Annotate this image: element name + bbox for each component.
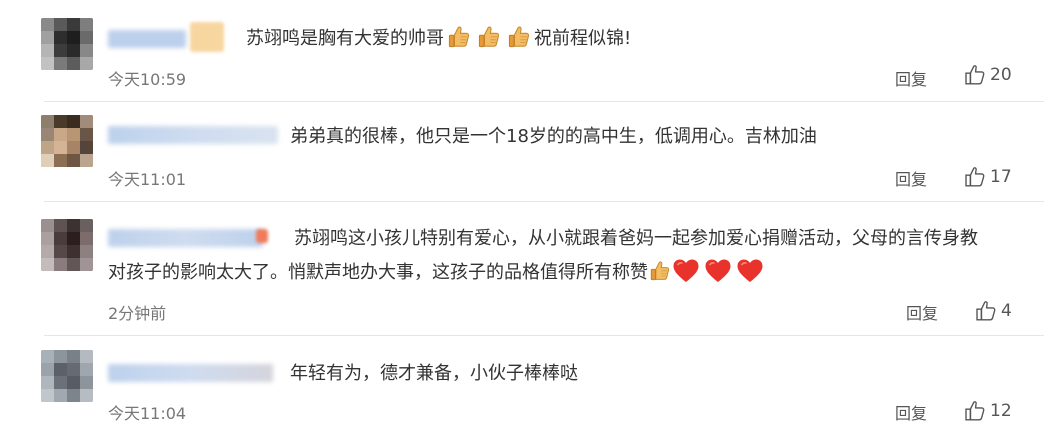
comment-item: 弟弟真的很棒，他只是一个18岁的的高中生，低调用心。吉林加油 今天11:01 回… xyxy=(0,102,1052,200)
username-blurred[interactable] xyxy=(108,30,186,48)
like-count: 12 xyxy=(990,401,1012,421)
thumbs-up-icon xyxy=(650,260,670,282)
reply-button[interactable]: 回复 xyxy=(895,400,927,424)
like-count: 4 xyxy=(1001,301,1012,321)
comment-text-line: 苏翊鸣这小孩儿特别有爱心，从小就跟着爸妈一起参加爱心捐赠活动，父母的言传身教 xyxy=(294,228,978,249)
heart-icon xyxy=(736,258,764,284)
comment-text: 年轻有为，德才兼备，小伙子棒棒哒 xyxy=(290,363,578,384)
thumbs-up-icon xyxy=(508,25,530,49)
comment-text-line: 对孩子的影响太大了。悄默声地办大事，这孩子的品格值得所有称赞 xyxy=(108,256,1038,290)
avatar[interactable] xyxy=(41,115,93,167)
like-count: 17 xyxy=(990,167,1012,187)
like-outline-icon xyxy=(964,166,986,188)
avatar[interactable] xyxy=(41,18,93,70)
like-outline-icon xyxy=(964,400,986,422)
reply-button[interactable]: 回复 xyxy=(895,166,927,190)
comment-time: 今天11:04 xyxy=(108,404,187,423)
comment-time: 今天10:59 xyxy=(108,70,187,89)
avatar[interactable] xyxy=(41,350,93,402)
user-badge-icon xyxy=(190,22,224,52)
thumbs-up-icon xyxy=(448,25,470,49)
like-outline-icon xyxy=(964,64,986,86)
like-outline-icon xyxy=(975,300,997,322)
like-button[interactable]: 20 xyxy=(964,64,1012,86)
comment-item: 苏翊鸣是胸有大爱的帅哥 祝前程似锦! 今天10:59 回复 20 xyxy=(0,0,1052,95)
like-button[interactable]: 17 xyxy=(964,166,1012,188)
reply-button[interactable]: 回复 xyxy=(895,66,927,90)
comment-time: 今天11:01 xyxy=(108,170,187,189)
comment-item: 年轻有为，德才兼备，小伙子棒棒哒 今天11:04 回复 12 xyxy=(0,336,1052,437)
comment-item: 苏翊鸣这小孩儿特别有爱心，从小就跟着爸妈一起参加爱心捐赠活动，父母的言传身教 对… xyxy=(0,202,1052,334)
thumbs-up-icon xyxy=(478,25,500,49)
username-blurred[interactable] xyxy=(108,126,278,144)
comment-text: 苏翊鸣是胸有大爱的帅哥 祝前程似锦! xyxy=(246,22,631,56)
heart-icon xyxy=(672,258,700,284)
reply-button[interactable]: 回复 xyxy=(906,300,938,324)
like-button[interactable]: 12 xyxy=(964,400,1012,422)
comment-text: 弟弟真的很棒，他只是一个18岁的的高中生，低调用心。吉林加油 xyxy=(290,126,817,147)
heart-icon xyxy=(704,258,732,284)
username-blurred[interactable] xyxy=(108,364,273,382)
comment-time: 2分钟前 xyxy=(108,304,167,323)
comment-text: 苏翊鸣这小孩儿特别有爱心，从小就跟着爸妈一起参加爱心捐赠活动，父母的言传身教 对… xyxy=(108,222,1038,290)
like-button[interactable]: 4 xyxy=(975,300,1012,322)
like-count: 20 xyxy=(990,65,1012,85)
avatar[interactable] xyxy=(41,219,93,271)
